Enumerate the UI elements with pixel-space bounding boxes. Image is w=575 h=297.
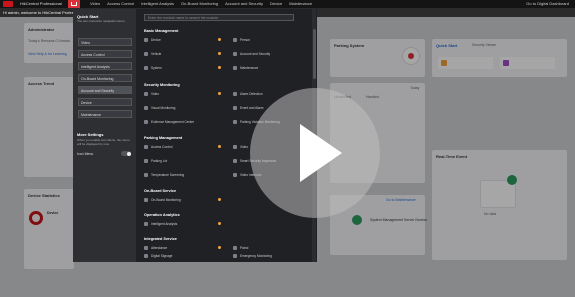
menu-item-account-security[interactable]: Account and Security xyxy=(233,52,270,57)
menu-item-temperature[interactable]: Temperature Screening xyxy=(144,173,184,178)
badge-dot xyxy=(218,222,221,225)
nav-maintenance[interactable]: Maintenance xyxy=(289,1,312,6)
badge-dot xyxy=(218,92,221,95)
top-bar: HikCentral Professional Video Access Con… xyxy=(0,0,575,8)
menu-item-event-alarm[interactable]: Event and Alarm xyxy=(233,106,263,111)
shield-icon xyxy=(233,52,237,57)
menu-item-digital-signage[interactable]: Digital Signage xyxy=(144,254,172,259)
camera-icon xyxy=(144,92,148,97)
nav-on-board-monitoring[interactable]: On-Board Monitoring xyxy=(181,1,218,6)
vehicle-icon xyxy=(144,52,148,57)
nav-intelligent-analysis[interactable]: Intelligent Analysis xyxy=(141,1,174,6)
menu-item-emergency[interactable]: Emergency Monitoring xyxy=(233,254,272,259)
video-play-button[interactable] xyxy=(250,88,380,218)
home-button[interactable] xyxy=(68,0,80,8)
more-settings-desc: When you enable Icon Menu, the menu will… xyxy=(77,138,130,146)
badge-dot xyxy=(218,198,221,201)
emergency-icon xyxy=(233,254,237,259)
play-icon xyxy=(300,124,342,182)
top-nav: Video Access Control Intelligent Analysi… xyxy=(90,1,312,6)
section-on-board: On-Board Service xyxy=(144,189,177,193)
menu-item-video[interactable]: Video xyxy=(144,92,159,97)
quick-item-intelligent-analysis[interactable]: Intelligent Analysis xyxy=(78,62,132,70)
camera-icon xyxy=(233,145,237,150)
bus-icon xyxy=(144,198,148,203)
monitor-icon xyxy=(144,106,148,111)
alarm-icon xyxy=(233,92,237,97)
menu-item-patrol[interactable]: Patrol xyxy=(233,246,248,251)
section-operation-analytics: Operation Analytics xyxy=(144,213,180,217)
section-security-monitoring: Security Monitoring xyxy=(144,83,180,87)
quick-start-pane: Quick Start You can customize navigation… xyxy=(73,9,136,262)
bell-icon xyxy=(233,106,237,111)
device-icon xyxy=(144,38,148,43)
menu-item-maintenance[interactable]: Maintenance xyxy=(233,66,258,71)
menu-item-intelligent-analysis[interactable]: Intelligent Analysis xyxy=(144,222,177,227)
more-settings-title: More Settings xyxy=(77,132,104,137)
thermometer-icon xyxy=(144,173,148,178)
menu-item-parking-lot[interactable]: Parking Lot xyxy=(144,159,167,164)
nav-account-security[interactable]: Account and Security xyxy=(225,1,263,6)
menu-item-person[interactable]: Person xyxy=(233,38,250,43)
wrench-icon xyxy=(233,66,237,71)
menu-item-alarm-detection[interactable]: Alarm Detection xyxy=(233,92,263,97)
product-name: HikCentral Professional xyxy=(20,1,62,6)
quick-item-device[interactable]: Device xyxy=(78,98,132,106)
intercom-icon xyxy=(233,173,237,178)
gear-icon xyxy=(144,66,148,71)
menu-item-access-control[interactable]: Access Control xyxy=(144,145,172,150)
menu-item-system[interactable]: System xyxy=(144,66,162,71)
parking-icon xyxy=(144,159,148,164)
home-icon xyxy=(71,2,77,6)
nav-device[interactable]: Device xyxy=(270,1,282,6)
patrol-icon xyxy=(233,246,237,251)
icon-menu-label: Icon Menu xyxy=(77,152,94,156)
menu-item-device[interactable]: Device xyxy=(144,38,161,43)
badge-dot xyxy=(218,66,221,69)
scrollbar-thumb[interactable] xyxy=(312,29,316,79)
quick-start-desc: You can customize navigation items. xyxy=(77,19,126,23)
quick-item-access-control[interactable]: Access Control xyxy=(78,50,132,58)
module-search-input[interactable]: Enter the module name to search the modu… xyxy=(144,14,294,21)
badge-dot xyxy=(218,246,221,249)
section-integrated-service: Integrated Service xyxy=(144,237,177,241)
digital-dashboard-link[interactable]: Go to Digital Dashboard xyxy=(526,1,569,6)
badge-dot xyxy=(218,145,221,148)
menu-item-evidence[interactable]: Evidence Management Center xyxy=(144,120,194,125)
quick-item-maintenance[interactable]: Maintenance xyxy=(78,110,132,118)
quick-item-account-security[interactable]: Account and Security xyxy=(78,86,132,94)
scan-icon xyxy=(233,159,237,164)
menu-item-vehicle[interactable]: Vehicle xyxy=(144,52,161,57)
section-parking-management: Parking Management xyxy=(144,136,183,140)
hikvision-logo-icon xyxy=(3,1,13,7)
person-icon xyxy=(233,38,237,43)
chart-icon xyxy=(144,222,148,227)
nav-access-control[interactable]: Access Control xyxy=(107,1,134,6)
folder-icon xyxy=(144,120,148,125)
door-icon xyxy=(144,145,148,150)
badge-dot xyxy=(218,38,221,41)
menu-item-visual-monitoring[interactable]: Visual Monitoring xyxy=(144,106,175,111)
menu-item-attendance[interactable]: Attendance xyxy=(144,246,167,251)
toggle-knob xyxy=(127,151,131,156)
signage-icon xyxy=(144,254,148,259)
menu-item-video-2[interactable]: Video xyxy=(233,145,248,150)
parking-icon xyxy=(233,120,237,125)
quick-item-video[interactable]: Video xyxy=(78,38,132,46)
menu-item-on-board-monitoring[interactable]: On-Board Monitoring xyxy=(144,198,181,203)
nav-video[interactable]: Video xyxy=(90,1,100,6)
clock-icon xyxy=(144,246,148,251)
icon-menu-toggle[interactable] xyxy=(121,151,131,156)
section-basic-management: Basic Management xyxy=(144,29,179,33)
quick-item-on-board[interactable]: On-Board Monitoring xyxy=(78,74,132,82)
badge-dot xyxy=(218,52,221,55)
